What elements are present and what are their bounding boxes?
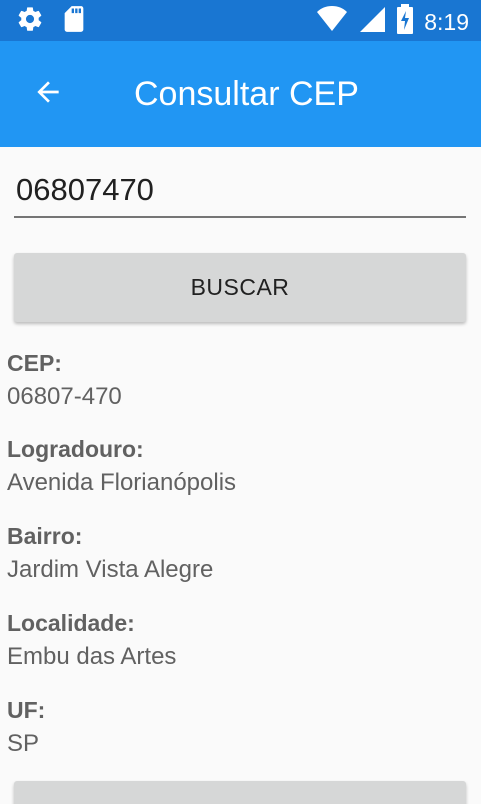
clock: 8:19 xyxy=(424,8,469,35)
app-bar: Consultar CEP xyxy=(0,41,481,147)
result-logradouro: Logradouro: Avenida Florianópolis xyxy=(7,433,467,499)
signal-icon xyxy=(358,5,386,38)
field-label: Bairro: xyxy=(7,523,83,549)
cep-input[interactable] xyxy=(14,166,466,214)
status-bar: 8:19 xyxy=(0,0,481,41)
field-value: SP xyxy=(7,730,40,757)
results-list: CEP: 06807-470 Logradouro: Avenida Flori… xyxy=(7,347,467,760)
search-button[interactable]: BUSCAR xyxy=(14,253,466,322)
field-label: UF: xyxy=(7,697,46,723)
field-value: Embu das Artes xyxy=(7,643,177,670)
secondary-button[interactable] xyxy=(14,781,466,804)
wifi-icon xyxy=(316,5,348,38)
field-value: Avenida Florianópolis xyxy=(7,469,237,496)
result-uf: UF: SP xyxy=(7,694,467,760)
field-label: Logradouro: xyxy=(7,436,144,462)
arrow-back-icon xyxy=(32,76,64,113)
sd-card-icon xyxy=(62,5,86,38)
field-value: 06807-470 xyxy=(7,383,122,410)
field-value: Jardim Vista Alegre xyxy=(7,556,214,583)
field-label: CEP: xyxy=(7,350,62,376)
battery-charging-icon xyxy=(396,4,414,39)
result-bairro: Bairro: Jardim Vista Alegre xyxy=(7,520,467,586)
page-title: Consultar CEP xyxy=(134,75,359,113)
result-cep: CEP: 06807-470 xyxy=(7,347,467,413)
cep-input-container xyxy=(14,166,466,218)
back-button[interactable] xyxy=(20,66,76,122)
result-localidade: Localidade: Embu das Artes xyxy=(7,607,467,673)
field-label: Localidade: xyxy=(7,610,135,636)
settings-icon xyxy=(16,5,44,38)
